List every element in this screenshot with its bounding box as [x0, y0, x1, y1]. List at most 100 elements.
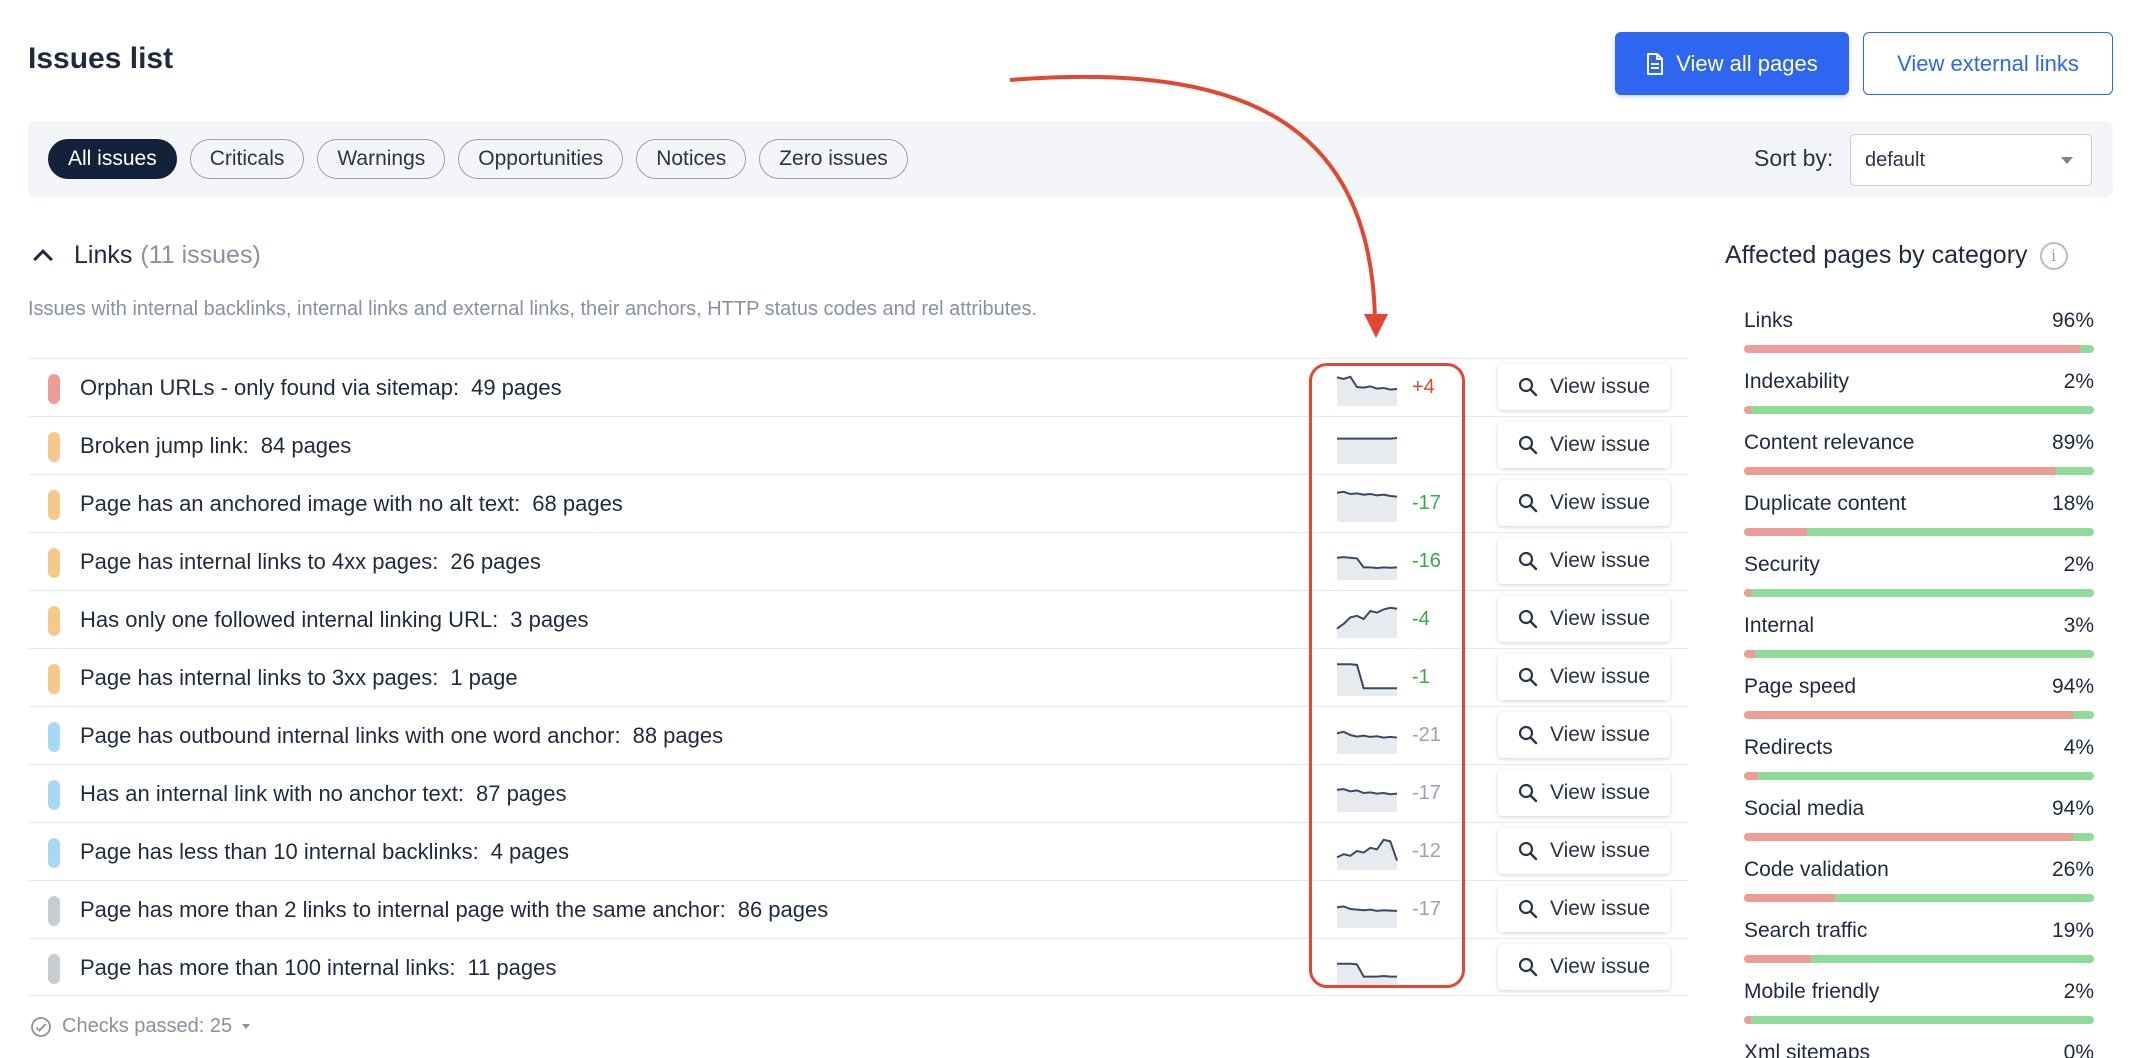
issue-title: Page has an anchored image with no alt t…: [80, 491, 623, 517]
category-list: Links 96% Indexability 2% Content relevance 8…: [1744, 307, 2094, 1058]
sort-value: default: [1865, 148, 1926, 171]
search-icon: [1518, 957, 1538, 977]
issue-title: Page has less than 10 internal backlinks…: [80, 839, 569, 865]
view-issue-label: View issue: [1550, 491, 1650, 514]
category-name: Page speed: [1744, 675, 1857, 698]
view-all-pages-label: View all pages: [1676, 50, 1818, 76]
section-header-links[interactable]: Links (11 issues): [33, 241, 261, 270]
category-row[interactable]: Page speed 94%: [1744, 673, 2094, 734]
category-progress-bar: [1744, 833, 2094, 841]
severity-indicator: [48, 606, 60, 636]
category-row[interactable]: Code validation 26%: [1744, 856, 2094, 917]
view-external-links-label: View external links: [1897, 50, 2079, 76]
category-progress-bar: [1744, 406, 2094, 414]
category-percent: 2%: [2063, 370, 2094, 393]
category-progress-fill: [1744, 833, 2073, 841]
category-row[interactable]: Content relevance 89%: [1744, 429, 2094, 490]
issue-page-count: 26 pages: [450, 549, 541, 574]
view-issue-button[interactable]: View issue: [1498, 886, 1670, 932]
view-issue-button[interactable]: View issue: [1498, 422, 1670, 468]
checks-passed-toggle[interactable]: Checks passed: 25: [30, 1015, 251, 1038]
filter-chip[interactable]: All issues: [48, 139, 177, 179]
search-icon: [1518, 841, 1538, 861]
issue-page-count: 87 pages: [475, 781, 567, 806]
view-issue-button[interactable]: View issue: [1498, 770, 1670, 816]
view-issue-button[interactable]: View issue: [1498, 712, 1670, 758]
category-row[interactable]: Security 2%: [1744, 551, 2094, 612]
view-issue-button[interactable]: View issue: [1498, 538, 1670, 584]
category-name: Xml sitemaps: [1744, 1041, 1871, 1058]
category-progress-fill: [1744, 589, 1751, 597]
issue-page-count: 1 page: [450, 665, 518, 690]
category-row[interactable]: Internal 3%: [1744, 612, 2094, 673]
view-issue-label: View issue: [1550, 665, 1650, 688]
view-issue-button[interactable]: View issue: [1498, 596, 1670, 642]
issue-title: Orphan URLs - only found via sitemap: 49 …: [80, 375, 562, 401]
category-progress-bar: [1744, 589, 2094, 597]
category-row[interactable]: Social media 94%: [1744, 795, 2094, 856]
category-percent: 3%: [2063, 614, 2094, 637]
search-icon: [1518, 435, 1538, 455]
category-row[interactable]: Indexability 2%: [1744, 368, 2094, 429]
view-issue-label: View issue: [1550, 607, 1650, 630]
category-progress-fill: [1744, 528, 1807, 536]
issue-title: Has an internal link with no anchor text…: [80, 781, 567, 807]
category-name: Security: [1744, 553, 1820, 576]
category-progress-bar: [1744, 467, 2094, 475]
filter-chip[interactable]: Criticals: [189, 139, 305, 179]
category-percent: 0%: [2063, 1041, 2094, 1058]
checks-passed-label: Checks passed: 25: [62, 1015, 233, 1037]
category-percent: 4%: [2063, 736, 2094, 759]
category-percent: 2%: [2063, 980, 2094, 1003]
issue-title: Page has internal links to 3xx pages: 1 p…: [80, 665, 518, 691]
category-row[interactable]: Mobile friendly 2%: [1744, 978, 2094, 1039]
filter-bar: All issues Criticals Warnings Opportunities…: [28, 121, 2113, 197]
view-issue-button[interactable]: View issue: [1498, 944, 1670, 990]
issue-title-text: Page has internal links to 3xx pages:: [80, 665, 439, 690]
search-icon: [1518, 725, 1538, 745]
category-progress-bar: [1744, 528, 2094, 536]
issue-title-text: Page has more than 100 internal links:: [80, 955, 456, 980]
category-row[interactable]: Search traffic 19%: [1744, 917, 2094, 978]
category-row[interactable]: Redirects 4%: [1744, 734, 2094, 795]
category-row[interactable]: Links 96%: [1744, 307, 2094, 368]
severity-indicator: [48, 954, 60, 984]
search-icon: [1518, 551, 1538, 571]
info-icon[interactable]: i: [2039, 241, 2068, 270]
affected-pages-title-text: Affected pages by category: [1725, 241, 2028, 269]
view-issue-button[interactable]: View issue: [1498, 364, 1670, 410]
issue-title-text: Broken jump link:: [80, 433, 249, 458]
issue-page-count: 4 pages: [490, 839, 569, 864]
view-all-pages-button[interactable]: View all pages: [1615, 32, 1849, 95]
category-progress-fill: [1744, 1016, 1751, 1024]
view-issue-label: View issue: [1550, 723, 1650, 746]
sort-select[interactable]: default: [1850, 134, 2092, 186]
category-row[interactable]: Duplicate content 18%: [1744, 490, 2094, 551]
view-issue-label: View issue: [1550, 549, 1650, 572]
category-percent: 19%: [2051, 919, 2094, 942]
category-progress-fill: [1744, 406, 1751, 414]
search-icon: [1518, 609, 1538, 629]
severity-indicator: [48, 490, 60, 520]
category-name: Internal: [1744, 614, 1815, 637]
category-name: Duplicate content: [1744, 492, 1907, 515]
filter-chip[interactable]: Zero issues: [759, 139, 908, 179]
category-progress-fill: [1744, 772, 1758, 780]
category-progress-fill: [1744, 650, 1755, 658]
severity-indicator: [48, 896, 60, 926]
filter-chip[interactable]: Warnings: [317, 139, 446, 179]
view-issue-button[interactable]: View issue: [1498, 480, 1670, 526]
category-row[interactable]: Xml sitemaps 0%: [1744, 1039, 2094, 1058]
check-circle-icon: [31, 1016, 51, 1037]
issue-page-count: 68 pages: [532, 491, 623, 516]
section-count: (11 issues): [140, 241, 261, 269]
issue-title: Page has internal links to 4xx pages: 26 …: [80, 549, 541, 575]
view-issue-button[interactable]: View issue: [1498, 654, 1670, 700]
issue-title-text: Page has less than 10 internal backlinks…: [80, 839, 479, 864]
affected-pages-title: Affected pages by category i: [1725, 241, 2068, 270]
view-external-links-button[interactable]: View external links: [1863, 32, 2113, 95]
issue-title: Broken jump link: 84 pages: [80, 433, 351, 459]
filter-chip[interactable]: Opportunities: [458, 139, 624, 179]
view-issue-button[interactable]: View issue: [1498, 828, 1670, 874]
filter-chip[interactable]: Notices: [636, 139, 747, 179]
